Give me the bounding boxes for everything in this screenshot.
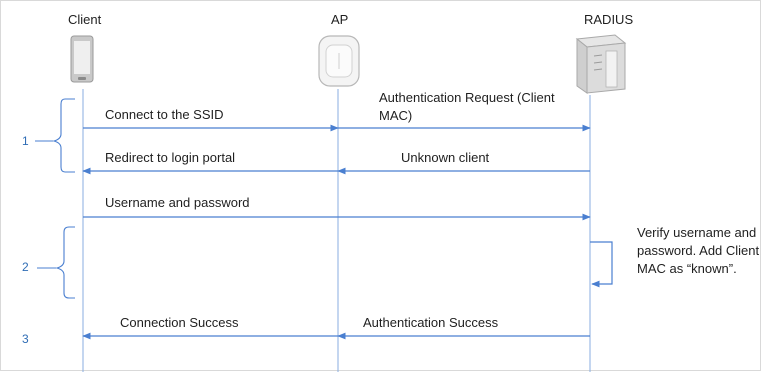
arrow-self-verify [590, 241, 613, 288]
message-unknown-client: Unknown client [401, 150, 490, 165]
step-number-3: 3 [22, 332, 29, 346]
brace-step-1 [52, 98, 75, 173]
step-number-1: 1 [22, 134, 29, 148]
brace-step-2 [55, 226, 75, 299]
verify-note: Verify username and password. Add Client… [637, 225, 760, 276]
message-connection-success: Connection Success [120, 315, 239, 330]
message-auth-request-line1: Authentication Request (Client [379, 90, 555, 105]
step-number-2: 2 [22, 260, 29, 274]
ap-access-point-icon [318, 35, 360, 87]
message-auth-request-line2: MAC) [379, 108, 413, 123]
message-auth-success: Authentication Success [363, 315, 499, 330]
message-username-password: Username and password [105, 195, 250, 210]
client-phone-icon [70, 35, 94, 83]
message-connect-ssid: Connect to the SSID [105, 107, 224, 122]
participant-client-label: Client [68, 12, 102, 27]
participant-radius-label: RADIUS [584, 12, 634, 27]
sequence-diagram: Client AP RADIUS Connect to the SSID Aut… [0, 0, 761, 372]
radius-server-icon [575, 34, 627, 94]
message-redirect-portal: Redirect to login portal [105, 150, 236, 165]
participant-ap-label: AP [331, 12, 349, 27]
